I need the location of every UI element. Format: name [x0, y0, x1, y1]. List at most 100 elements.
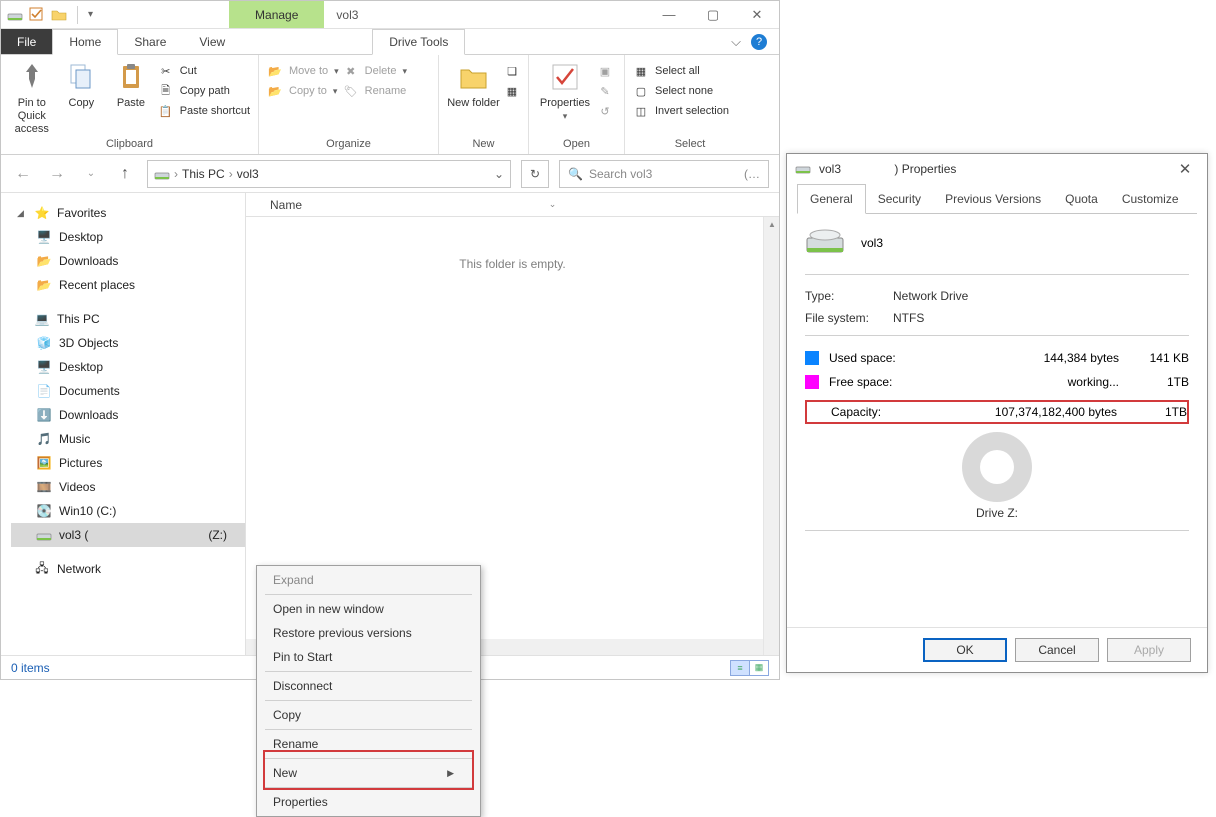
prop-capacity-row: Capacity: 107,374,182,400 bytes 1TB	[805, 400, 1189, 424]
icons-view-button[interactable]: ▦	[749, 660, 769, 676]
checkbox-icon[interactable]	[29, 7, 45, 23]
column-header[interactable]: Name⌄	[246, 193, 779, 217]
paste-button[interactable]: Paste	[108, 59, 154, 110]
tree-videos[interactable]: 🎞️Videos	[11, 475, 245, 499]
tab-home[interactable]: Home	[52, 29, 118, 55]
prop-tab-security[interactable]: Security	[866, 184, 933, 213]
apply-button[interactable]: Apply	[1107, 638, 1191, 662]
music-icon: 🎵	[35, 430, 53, 448]
ctx-open-new-window[interactable]: Open in new window	[259, 597, 478, 621]
tab-file[interactable]: File	[1, 29, 52, 54]
history-button[interactable]: ↺	[597, 103, 613, 119]
quick-access-toolbar: ▾	[1, 6, 99, 24]
vertical-scrollbar[interactable]	[763, 217, 779, 655]
open-button[interactable]: ▣	[597, 63, 613, 79]
back-button[interactable]: ←	[11, 162, 35, 186]
properties-ribbon-button[interactable]: Properties	[537, 59, 593, 123]
easy-access-button[interactable]: ▦	[504, 83, 520, 99]
tree-desktop[interactable]: 🖥️Desktop	[11, 225, 245, 249]
recent-locations-button[interactable]: ⌄	[79, 162, 103, 186]
pictures-icon: 🖼️	[35, 454, 53, 472]
tree-documents[interactable]: 📄Documents	[11, 379, 245, 403]
ribbon-group-select: ▦Select all ▢Select none ◫Invert selecti…	[625, 55, 755, 154]
ribbon-group-new: New folder ❏ ▦ New	[439, 55, 529, 154]
prop-tab-previous[interactable]: Previous Versions	[933, 184, 1053, 213]
tree-win10-c[interactable]: 💽Win10 (C:)	[11, 499, 245, 523]
group-label: Clipboard	[9, 136, 250, 154]
maximize-button[interactable]: ▢	[691, 1, 735, 29]
prop-tab-customize[interactable]: Customize	[1110, 184, 1191, 213]
move-to-button[interactable]: 📂Move to	[267, 63, 339, 79]
help-icon[interactable]: ?	[751, 34, 767, 50]
rename-button[interactable]: 🏷Rename	[343, 83, 407, 99]
select-none-button[interactable]: ▢Select none	[633, 83, 729, 99]
invert-selection-button[interactable]: ◫Invert selection	[633, 103, 729, 119]
tree-favorites[interactable]: ◢⭐Favorites	[11, 201, 245, 225]
cut-button[interactable]: ✂Cut	[158, 63, 250, 79]
qat-overflow-icon[interactable]: ▾	[88, 9, 93, 20]
ctx-restore-previous[interactable]: Restore previous versions	[259, 621, 478, 645]
tab-drive-tools[interactable]: Drive Tools	[372, 29, 465, 55]
ctx-pin-start[interactable]: Pin to Start	[259, 645, 478, 669]
copy-to-button[interactable]: 📂Copy to	[267, 83, 339, 99]
ctx-new[interactable]: New▶	[259, 761, 478, 785]
tree-music[interactable]: 🎵Music	[11, 427, 245, 451]
refresh-button[interactable]: ↻	[521, 160, 549, 188]
minimize-button[interactable]: —	[647, 1, 691, 29]
details-view-button[interactable]: ≡	[730, 660, 750, 676]
cancel-button[interactable]: Cancel	[1015, 638, 1099, 662]
up-button[interactable]: ↑	[113, 162, 137, 186]
properties-close-button[interactable]: ✕	[1171, 160, 1199, 178]
new-item-button[interactable]: ❏	[504, 63, 520, 79]
select-all-button[interactable]: ▦Select all	[633, 63, 729, 79]
tree-vol3-z[interactable]: vol3 ( (Z:)	[11, 523, 245, 547]
close-button[interactable]: ✕	[735, 1, 779, 29]
tree-pictures[interactable]: 🖼️Pictures	[11, 451, 245, 475]
address-dropdown-icon[interactable]: ⌄	[494, 167, 504, 181]
properties-dialog: vol3 ) Properties ✕ General Security Pre…	[786, 153, 1208, 673]
breadcrumb-this-pc[interactable]: This PC	[182, 167, 225, 181]
copy-path-button[interactable]: 🗎Copy path	[158, 83, 250, 99]
tab-view[interactable]: View	[183, 29, 242, 54]
breadcrumb-vol3[interactable]: vol3	[237, 167, 259, 181]
tree-recent[interactable]: 📂Recent places	[11, 273, 245, 297]
address-bar[interactable]: › This PC › vol3 ⌄	[147, 160, 511, 188]
edit-button[interactable]: ✎	[597, 83, 613, 99]
volume-name-input[interactable]	[861, 234, 1189, 253]
prop-tab-quota[interactable]: Quota	[1053, 184, 1110, 213]
ok-button[interactable]: OK	[923, 638, 1007, 662]
moveto-icon: 📂	[267, 63, 283, 79]
ribbon-group-organize: 📂Move to 📂Copy to ✖Delete 🏷Rename Organi…	[259, 55, 439, 154]
copy-button[interactable]: Copy	[59, 59, 105, 110]
tree-desktop2[interactable]: 🖥️Desktop	[11, 355, 245, 379]
tree-downloads2[interactable]: ⬇️Downloads	[11, 403, 245, 427]
tab-share[interactable]: Share	[118, 29, 183, 54]
folder-new-icon	[459, 59, 489, 95]
tree-network[interactable]: 🖧Network	[11, 557, 245, 581]
prop-tab-general[interactable]: General	[797, 184, 866, 214]
contextual-tab-manage[interactable]: Manage	[229, 1, 324, 28]
pin-quick-access-button[interactable]: Pin to Quick access	[9, 59, 55, 137]
submenu-arrow-icon: ▶	[447, 768, 454, 779]
delete-button[interactable]: ✖Delete	[343, 63, 407, 79]
tree-3d-objects[interactable]: 🧊3D Objects	[11, 331, 245, 355]
tree-downloads[interactable]: 📂Downloads	[11, 249, 245, 273]
ribbon-collapse-icon[interactable]: ⌵	[731, 34, 741, 50]
new-folder-button[interactable]: New folder	[447, 59, 500, 110]
paste-shortcut-button[interactable]: 📋Paste shortcut	[158, 103, 250, 119]
search-box[interactable]: 🔍 Search vol3 (…	[559, 160, 769, 188]
star-icon: ⭐	[33, 204, 51, 222]
group-label: Organize	[267, 136, 430, 154]
tree-this-pc[interactable]: 💻This PC	[11, 307, 245, 331]
desktop-icon: 🖥️	[35, 358, 53, 376]
ctx-properties[interactable]: Properties	[259, 790, 478, 814]
search-placeholder: Search vol3	[589, 167, 652, 181]
ctx-rename[interactable]: Rename	[259, 732, 478, 756]
navigation-tree[interactable]: ◢⭐Favorites 🖥️Desktop 📂Downloads 📂Recent…	[1, 193, 246, 655]
properties-title: vol3 ) Properties	[819, 162, 1171, 176]
ctx-copy[interactable]: Copy	[259, 703, 478, 727]
ctx-expand[interactable]: Expand	[259, 568, 478, 592]
folder-icon[interactable]	[51, 7, 67, 23]
ctx-disconnect[interactable]: Disconnect	[259, 674, 478, 698]
forward-button[interactable]: →	[45, 162, 69, 186]
